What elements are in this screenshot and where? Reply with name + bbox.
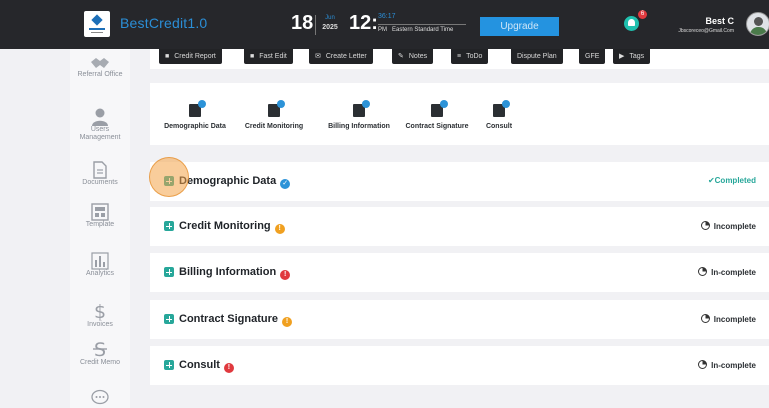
time-ampm: PM: [378, 27, 387, 33]
section-title: Demographic Data ✓: [179, 175, 291, 189]
progress-pie-icon: [700, 221, 710, 230]
notification-count-badge: 6: [638, 10, 647, 19]
date-day: 18: [291, 12, 314, 34]
sidebar-item-credit-memo[interactable]: S Credit Memo: [70, 339, 130, 367]
contract-check-icon: [429, 100, 448, 118]
user-icon: [92, 108, 108, 126]
handshake-icon: [91, 58, 109, 68]
section-credit-monitoring[interactable]: Credit Monitoring! Incomplete: [150, 207, 769, 246]
status-label: Incomplete: [700, 314, 756, 324]
status-label: ✔Completed: [707, 176, 756, 185]
fast-edit-button[interactable]: ■ Fast Edit: [244, 49, 293, 64]
create-letter-button[interactable]: ✉ Create Letter: [309, 49, 373, 64]
date-month: Jun: [325, 15, 335, 21]
step-contract-signature[interactable]: Contract Signature: [403, 100, 471, 130]
sidebar-item-label: Credit Memo: [79, 359, 121, 366]
time-minutes: 36:17: [378, 13, 396, 20]
status-label: In-complete: [698, 267, 756, 277]
action-toolbar: ■ Credit Report ■ Fast Edit ✉ Create Letter…: [150, 49, 769, 69]
app-logo[interactable]: [84, 11, 110, 37]
top-bar: BestCredit1.0 18 Jun 2025 12: 36:17 PM E…: [0, 0, 769, 49]
expand-icon[interactable]: [164, 267, 174, 277]
status-label: In-complete: [698, 360, 756, 370]
upgrade-button[interactable]: Upgrade: [480, 17, 559, 36]
sidebar-item-label: Template: [85, 221, 115, 228]
todo-button[interactable]: ≡ ToDo: [451, 49, 489, 64]
section-title: Contract Signature!: [179, 313, 293, 327]
date-divider: [315, 15, 316, 35]
svg-text:$: $: [94, 301, 106, 321]
click-highlight: [149, 157, 189, 197]
error-badge-icon: !: [280, 270, 291, 280]
template-icon: [91, 203, 109, 221]
step-consult[interactable]: Consult: [483, 100, 515, 130]
expand-icon[interactable]: [164, 221, 174, 231]
sidebar-item-analytics[interactable]: Analytics: [70, 252, 130, 278]
status-label: Incomplete: [700, 221, 756, 231]
folder-icon: ■: [165, 53, 170, 60]
document-icon: [93, 161, 107, 179]
tag-icon: ▶: [619, 53, 625, 60]
strike-dollar-icon: S: [93, 339, 107, 359]
sidebar-item-template[interactable]: Template: [70, 203, 130, 229]
section-consult[interactable]: Consult! In-complete: [150, 346, 769, 385]
time-divider: [378, 24, 466, 25]
sidebar-item-label: Users Management: [79, 126, 121, 141]
step-credit-monitoring[interactable]: Credit Monitoring: [241, 100, 307, 130]
section-title: Credit Monitoring!: [179, 220, 285, 234]
person-check-icon: [491, 100, 510, 118]
date-year: 2025: [322, 24, 338, 31]
dollar-icon: $: [94, 301, 106, 321]
onboarding-steps: Demographic Data Credit Monitoring Billi…: [150, 83, 769, 145]
step-demographic-data[interactable]: Demographic Data: [163, 100, 227, 130]
tags-button[interactable]: ▶ Tags: [613, 49, 651, 64]
section-title: Billing Information!: [179, 266, 291, 280]
time-hour: 12:: [349, 12, 378, 34]
progress-pie-icon: [700, 314, 710, 323]
bar-chart-icon: [91, 252, 109, 270]
notes-button[interactable]: ✎ Notes: [392, 49, 434, 64]
card-check-icon: [266, 100, 285, 118]
sidebar-item-label: Invoices: [87, 321, 113, 328]
error-badge-icon: !: [223, 363, 234, 373]
list-icon: ≡: [457, 53, 462, 60]
user-email: Jbscoreceo@Gmail.Com: [678, 28, 734, 34]
section-billing-information[interactable]: Billing Information! In-complete: [150, 253, 769, 292]
check-badge-icon: ✓: [280, 179, 291, 189]
pencil-icon: ✎: [398, 53, 404, 60]
section-title: Consult!: [179, 359, 234, 373]
gfe-button[interactable]: GFE: [579, 49, 606, 64]
invoice-check-icon: [351, 100, 370, 118]
user-name[interactable]: Best C: [680, 16, 734, 26]
app-brand[interactable]: BestCredit1.0: [120, 15, 207, 31]
expand-icon[interactable]: [164, 314, 174, 324]
avatar[interactable]: [746, 12, 769, 36]
warning-badge-icon: !: [274, 224, 285, 234]
envelope-icon: ✉: [315, 53, 321, 60]
dispute-plan-button[interactable]: Dispute Plan: [511, 49, 563, 64]
sidebar-item-label: Documents: [82, 179, 118, 186]
chat-icon: [91, 389, 109, 405]
progress-pie-icon: [698, 360, 708, 369]
sidebar: Referral Office Users Management Documen…: [70, 49, 130, 408]
sidebar-item-label: Referral Office: [77, 71, 123, 78]
expand-icon[interactable]: [164, 360, 174, 370]
step-billing-information[interactable]: Billing Information: [321, 100, 397, 130]
sidebar-item-documents[interactable]: Documents: [70, 161, 130, 187]
section-demographic-data[interactable]: Demographic Data ✓ ✔Completed: [150, 162, 769, 201]
progress-pie-icon: [698, 267, 708, 276]
time-zone: Eastern Standard Time: [392, 27, 454, 33]
warning-badge-icon: !: [282, 317, 293, 327]
truck-check-icon: [187, 100, 206, 118]
sidebar-item-users-management[interactable]: Users Management: [70, 108, 130, 142]
sidebar-item-label: Analytics: [85, 270, 114, 277]
section-contract-signature[interactable]: Contract Signature! Incomplete: [150, 300, 769, 339]
bell-icon[interactable]: [624, 16, 639, 31]
sidebar-item-chat[interactable]: [70, 389, 130, 405]
folder-icon: ■: [250, 53, 255, 60]
sidebar-item-invoices[interactable]: $ Invoices: [70, 301, 130, 329]
credit-report-button[interactable]: ■ Credit Report: [159, 49, 222, 64]
sidebar-item-referral-office[interactable]: Referral Office: [70, 57, 130, 79]
